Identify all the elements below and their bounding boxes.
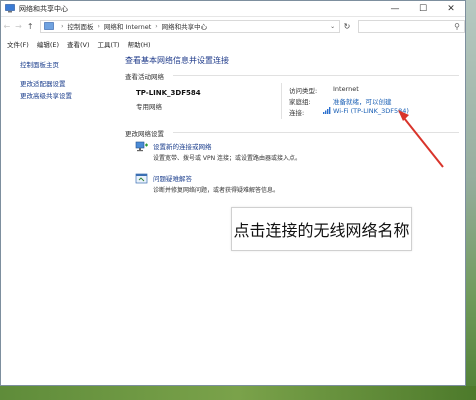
instruction-callout: 点击连接的无线网络名称 <box>231 207 412 251</box>
desktop-background-bottom <box>0 386 476 400</box>
divider <box>281 83 282 119</box>
menu-bar: 文件(F) 编辑(E) 查看(V) 工具(T) 帮助(H) <box>1 38 465 50</box>
troubleshoot-link[interactable]: 问题疑难解答 <box>153 173 192 183</box>
menu-edit[interactable]: 编辑(E) <box>37 39 59 49</box>
address-bar: ← → ↑ › 控制面板 › 网络和 Internet › 网络和共享中心 ⌄ … <box>1 17 465 35</box>
divider <box>173 75 459 76</box>
back-icon[interactable]: ← <box>1 22 13 31</box>
page-title: 查看基本网络信息并设置连接 <box>125 56 229 65</box>
desktop-background-right <box>466 0 476 400</box>
forward-icon[interactable]: → <box>13 22 25 31</box>
chevron-down-icon[interactable]: ⌄ <box>330 23 335 30</box>
divider <box>173 132 459 133</box>
sidebar-link-adapter[interactable]: 更改适配器设置 <box>20 78 66 88</box>
wifi-icon <box>323 107 331 114</box>
title-bar: 网络和共享中心 — ☐ ✕ <box>1 1 465 17</box>
network-name: TP-LINK_3DF584 <box>136 89 201 97</box>
menu-help[interactable]: 帮助(H) <box>128 39 151 49</box>
homegroup-link[interactable]: 准备就绪，可以创建 <box>333 96 392 106</box>
menu-tools[interactable]: 工具(T) <box>98 39 120 49</box>
close-button[interactable]: ✕ <box>437 1 465 17</box>
sidebar: 控制面板主页 更改适配器设置 更改高级共享设置 <box>1 50 113 385</box>
change-settings-label: 更改网络设置 <box>125 130 164 138</box>
window-title: 网络和共享中心 <box>19 4 68 13</box>
sidebar-link-sharing[interactable]: 更改高级共享设置 <box>20 90 72 100</box>
chevron-right-icon: › <box>155 22 158 30</box>
access-type-value: Internet <box>333 85 359 93</box>
network-setup-icon <box>135 141 148 152</box>
breadcrumb[interactable]: › 控制面板 › 网络和 Internet › 网络和共享中心 ⌄ <box>40 19 341 33</box>
control-panel-icon <box>44 22 54 30</box>
setup-connection-link[interactable]: 设置新的连接或网络 <box>153 141 212 151</box>
network-center-icon <box>5 4 15 13</box>
minimize-button[interactable]: — <box>381 1 409 17</box>
maximize-button[interactable]: ☐ <box>409 1 437 17</box>
menu-view[interactable]: 查看(V) <box>67 39 90 49</box>
up-arrow-icon[interactable]: ↑ <box>24 22 36 31</box>
chevron-right-icon: › <box>61 22 64 30</box>
menu-file[interactable]: 文件(F) <box>7 39 29 49</box>
breadcrumb-item[interactable]: 网络和 Internet <box>104 21 151 31</box>
control-panel-window: 网络和共享中心 — ☐ ✕ ← → ↑ › 控制面板 › 网络和 Interne… <box>0 0 466 386</box>
breadcrumb-item[interactable]: 网络和共享中心 <box>162 21 208 31</box>
access-type-label: 访问类型: <box>289 87 318 95</box>
search-input[interactable]: ⚲ <box>357 19 465 33</box>
connection-label: 连接: <box>289 109 305 117</box>
wifi-connection-link[interactable]: Wi-Fi (TP-LINK_3DF584) <box>333 107 409 115</box>
troubleshoot-icon <box>135 173 148 184</box>
refresh-icon[interactable]: ↻ <box>340 22 354 31</box>
network-type[interactable]: 专用网络 <box>136 101 162 111</box>
active-networks-label: 查看活动网络 <box>125 73 164 81</box>
breadcrumb-item[interactable]: 控制面板 <box>67 21 93 31</box>
sidebar-home-link[interactable]: 控制面板主页 <box>20 59 59 69</box>
chevron-right-icon: › <box>97 22 100 30</box>
setup-connection-desc: 设置宽带、拨号或 VPN 连接；或设置路由器或接入点。 <box>153 155 302 162</box>
troubleshoot-desc: 诊断并修复网络问题，或者获得疑难解答信息。 <box>153 187 280 194</box>
search-icon[interactable]: ⚲ <box>454 22 460 31</box>
homegroup-label: 家庭组: <box>289 98 311 106</box>
